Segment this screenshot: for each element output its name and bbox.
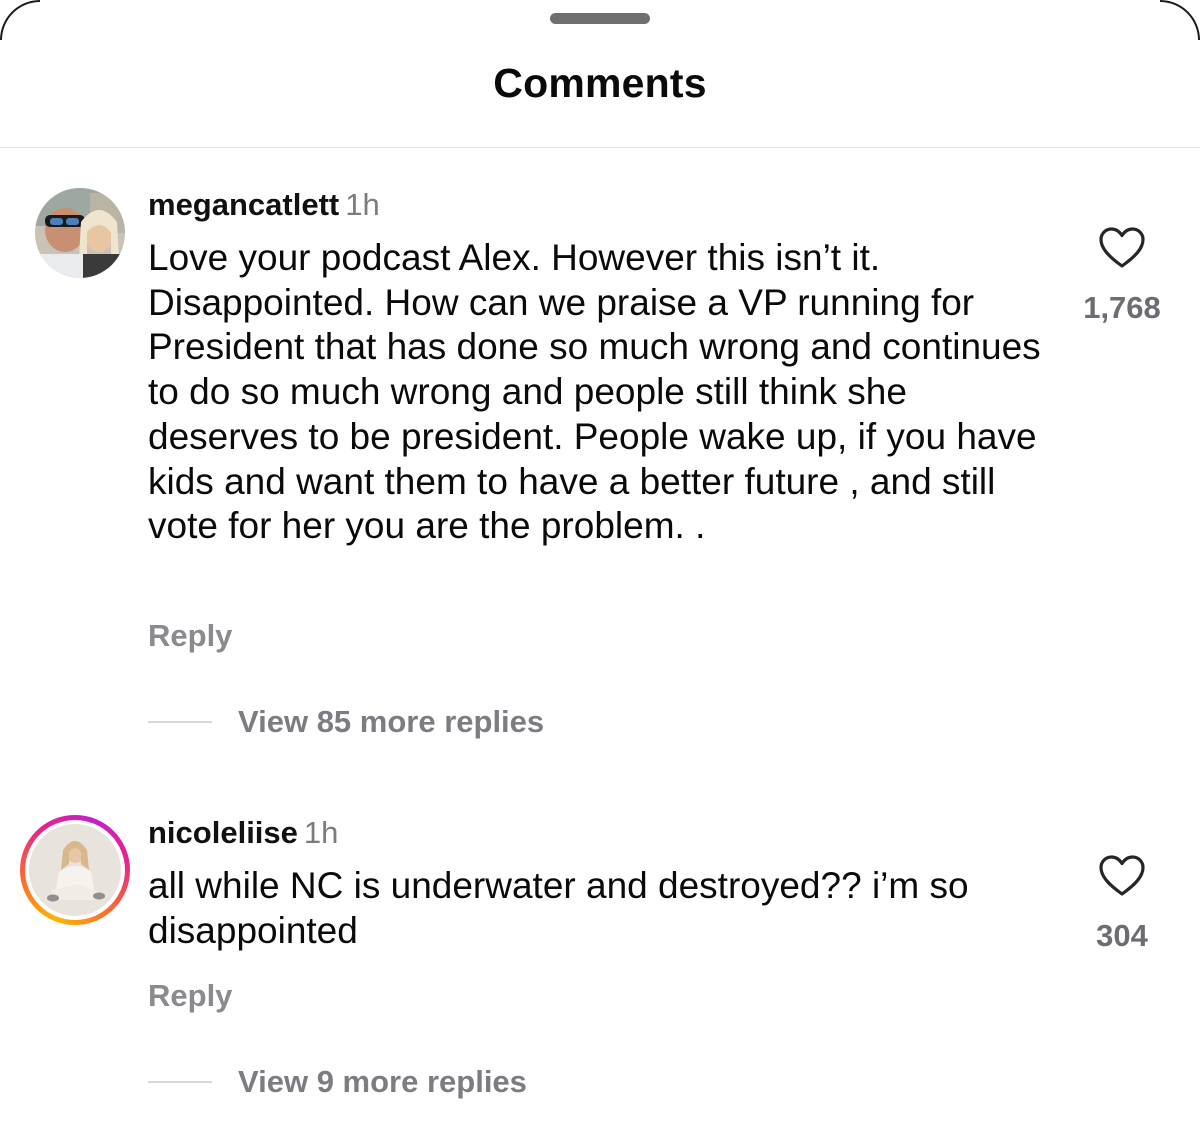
- avatar: [29, 824, 121, 916]
- reply-button[interactable]: Reply: [148, 618, 232, 654]
- timestamp: 1h: [345, 187, 380, 222]
- timestamp: 1h: [303, 815, 339, 850]
- replies-divider-line: [148, 1081, 212, 1083]
- sheet-title: Comments: [493, 60, 707, 106]
- comment-header: megancatlett 1h: [148, 187, 380, 223]
- view-replies-label: View 85 more replies: [238, 704, 545, 739]
- avatar-story-ring[interactable]: [20, 815, 130, 925]
- avatar-photo: [35, 188, 125, 278]
- reply-button[interactable]: Reply: [148, 978, 232, 1014]
- comment-text: all while NC is underwater and destroyed…: [148, 865, 969, 951]
- heart-outline-icon[interactable]: [1098, 226, 1146, 270]
- like-column: 1,768: [1062, 226, 1182, 326]
- comment-text: Love your podcast Alex. However this isn…: [148, 237, 1041, 547]
- sheet-corner-right: [1160, 0, 1200, 40]
- comments-sheet: Comments megancatlett 1h Love your podcas…: [0, 0, 1200, 1139]
- like-count: 304: [1096, 918, 1148, 953]
- replies-divider-line: [148, 721, 212, 723]
- avatar[interactable]: [35, 188, 125, 278]
- header-divider: [0, 147, 1200, 148]
- like-count: 1,768: [1083, 290, 1161, 325]
- username[interactable]: nicoleliise: [148, 815, 298, 850]
- username[interactable]: megancatlett: [148, 187, 339, 222]
- avatar-photo: [29, 824, 121, 916]
- like-column: 304: [1062, 854, 1182, 954]
- comment-header: nicoleliise 1h: [148, 815, 338, 851]
- sheet-grab-handle[interactable]: [550, 13, 650, 24]
- sheet-corner-left: [0, 0, 40, 40]
- view-replies-label: View 9 more replies: [238, 1064, 527, 1099]
- heart-outline-icon[interactable]: [1098, 854, 1146, 898]
- view-replies-button[interactable]: View 9 more replies: [148, 1062, 527, 1102]
- view-replies-button[interactable]: View 85 more replies: [148, 702, 544, 742]
- avatar-ring-gap: [25, 820, 125, 920]
